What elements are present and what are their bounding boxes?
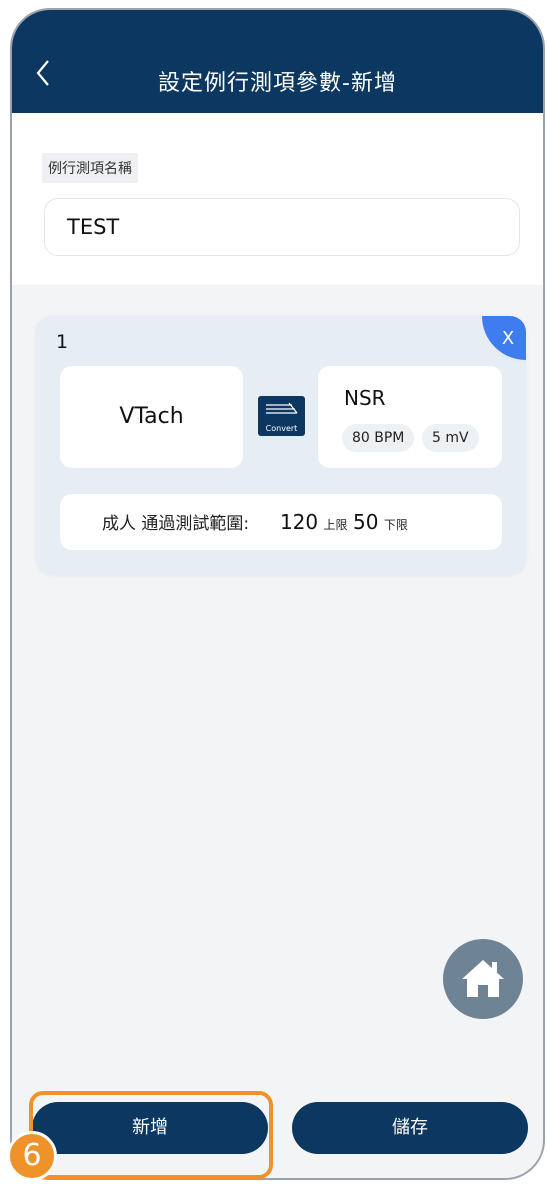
pass-range-row[interactable]: 成人 通過測試範圍: 120 上限 50 下限	[60, 494, 502, 550]
name-input[interactable]: TEST	[44, 198, 520, 256]
to-rhythm-box[interactable]: NSR 80 BPM 5 mV	[318, 366, 502, 468]
rate-badge: 80 BPM	[342, 424, 415, 452]
convert-icon: Convert	[258, 396, 305, 436]
from-rhythm-box[interactable]: VTach	[60, 366, 243, 468]
upper-label: 上限	[323, 518, 348, 532]
test-item-card: 1 X VTach Convert NSR 80 BPM 5 mV 成人 通過測…	[36, 316, 526, 574]
card-index: 1	[56, 331, 69, 353]
home-icon	[462, 960, 504, 997]
convert-label: Convert	[265, 424, 298, 433]
step-badge: 6	[7, 1131, 57, 1181]
to-rhythm-name: NSR	[344, 386, 386, 410]
lower-label: 下限	[383, 518, 408, 532]
remove-item-button[interactable]: X	[482, 316, 526, 360]
name-label: 例行測項名稱	[42, 153, 138, 183]
page-title: 設定例行測項參數-新增	[158, 71, 397, 96]
app-header: 設定例行測項參數-新增	[12, 10, 543, 113]
lower-value: 50	[352, 510, 379, 534]
amplitude-badge: 5 mV	[422, 424, 479, 452]
name-section: 例行測項名稱 TEST	[12, 113, 543, 285]
range-label: 成人 通過測試範圍:	[102, 514, 250, 534]
upper-value: 120	[279, 510, 319, 534]
home-button[interactable]	[443, 939, 523, 1019]
phone-frame: 設定例行測項參數-新增 例行測項名稱 TEST 1 X VTach Conver…	[10, 8, 545, 1180]
save-button[interactable]: 儲存	[292, 1102, 528, 1154]
step-highlight	[29, 1091, 273, 1179]
